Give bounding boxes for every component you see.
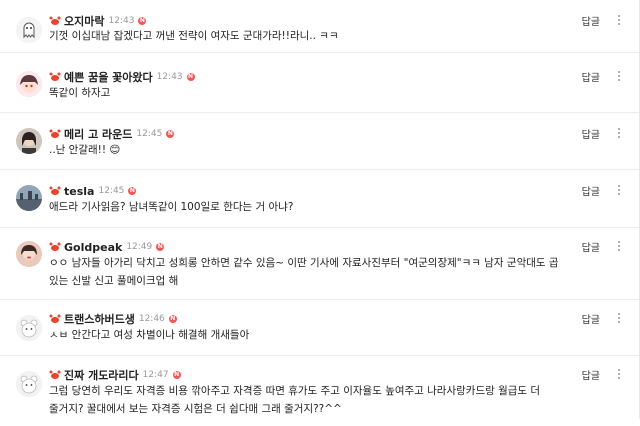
- more-options-icon[interactable]: [614, 69, 624, 83]
- more-options-icon[interactable]: [614, 367, 624, 381]
- comment-meta: 진짜 개도라리다 12:47 N: [49, 367, 181, 383]
- reply-button[interactable]: 답글: [582, 311, 600, 326]
- new-badge: N: [156, 243, 165, 251]
- comment-item: 메리 고 라운드 12:45 N ..난 안갈래!! 😊 답글: [0, 125, 640, 170]
- comment-author[interactable]: 메리 고 라운드: [64, 126, 132, 142]
- crab-icon: [49, 314, 61, 323]
- avatar[interactable]: [16, 371, 42, 397]
- comment-time: 12:47: [142, 370, 169, 380]
- comment-item: 진짜 개도라리다 12:47 N 그럼 당연히 우리도 자격증 비용 깎아주고 …: [0, 366, 640, 426]
- reply-button[interactable]: 답글: [582, 13, 600, 28]
- new-badge: N: [138, 17, 147, 25]
- new-badge: N: [168, 315, 177, 323]
- comment-text: 애드라 기사읽음? 남녀똑같이 100일로 한다는 거 아냐?: [49, 201, 294, 213]
- new-badge: N: [186, 73, 195, 81]
- comment-meta: 메리 고 라운드 12:45 N: [49, 126, 175, 142]
- comment-time: 12:45: [136, 129, 163, 139]
- comment-author[interactable]: tesla: [64, 185, 94, 198]
- comment-time: 12:43: [156, 72, 183, 82]
- comment-author[interactable]: 예쁜 꿈을 꽃아왔다: [64, 69, 153, 85]
- comment-time: 12:49: [126, 242, 153, 252]
- comment-item: Goldpeak 12:49 N ㅇㅇ 남자들 아가리 닥치고 성희롱 안하면 …: [0, 238, 640, 300]
- crab-icon: [49, 370, 61, 379]
- crab-icon: [49, 72, 61, 81]
- reply-button[interactable]: 답글: [582, 183, 600, 198]
- ghost-icon: [16, 17, 42, 43]
- new-badge: N: [166, 130, 175, 138]
- crab-icon: [49, 242, 61, 251]
- avatar[interactable]: [16, 71, 42, 97]
- comment-meta: 트랜스하버드생 12:46 N: [49, 311, 177, 327]
- comment-author[interactable]: Goldpeak: [64, 241, 122, 254]
- more-options-icon[interactable]: [614, 126, 624, 140]
- comment-meta: Goldpeak 12:49 N: [49, 239, 165, 255]
- reply-button[interactable]: 답글: [582, 69, 600, 84]
- comment-time: 12:46: [138, 314, 165, 324]
- more-options-icon[interactable]: [614, 239, 624, 253]
- avatar[interactable]: [16, 185, 42, 211]
- comment-time: 12:43: [108, 16, 135, 26]
- comment-item: 오지마락 12:43 N 기껏 이십대남 잡겠다고 꺼낸 전략이 여자도 군대가…: [0, 10, 640, 53]
- comment-time: 12:45: [98, 186, 125, 196]
- comment-author[interactable]: 진짜 개도라리다: [64, 367, 139, 383]
- avatar[interactable]: [16, 315, 42, 341]
- bear-avatar-icon: [16, 371, 42, 397]
- comment-item: 트랜스하버드생 12:46 N ㅅㅂ 안간다고 여성 차별이나 해결해 개새들아…: [0, 310, 640, 356]
- comment-text: 기껏 이십대남 잡겠다고 꺼낸 전략이 여자도 군대가라!!라니.. ㅋㅋ: [49, 30, 339, 42]
- comment-item: tesla 12:45 N 애드라 기사읽음? 남녀똑같이 100일로 한다는 …: [0, 182, 640, 228]
- comment-text: ㅇㅇ 남자들 아가리 닥치고 성희롱 안하면 같수 있음~ 이딴 기사에 자료사…: [49, 257, 559, 287]
- landscape-avatar-icon: [16, 185, 42, 211]
- avatar[interactable]: [16, 17, 42, 43]
- comment-item: 예쁜 꿈을 꽃아왔다 12:43 N 똑같이 하자고 답글: [0, 68, 640, 113]
- comment-meta: 예쁜 꿈을 꽃아왔다 12:43 N: [49, 69, 195, 85]
- comment-text: 똑같이 하자고: [49, 87, 111, 99]
- avatar[interactable]: [16, 128, 42, 154]
- comment-author[interactable]: 트랜스하버드생: [64, 311, 135, 327]
- more-options-icon[interactable]: [614, 311, 624, 325]
- bear-avatar-icon: [16, 315, 42, 341]
- woman-avatar-icon: [16, 241, 42, 267]
- avatar[interactable]: [16, 241, 42, 267]
- anime-girl-avatar-icon: [16, 71, 42, 97]
- comment-text: ㅅㅂ 안간다고 여성 차별이나 해결해 개새들아: [49, 329, 250, 341]
- more-options-icon[interactable]: [614, 183, 624, 197]
- comment-meta: tesla 12:45 N: [49, 183, 137, 199]
- comment-text: ..난 안갈래!! 😊: [49, 144, 121, 156]
- new-badge: N: [172, 371, 181, 379]
- crab-icon: [49, 186, 61, 195]
- photo-avatar-icon: [16, 128, 42, 154]
- reply-button[interactable]: 답글: [582, 239, 600, 254]
- crab-icon: [49, 129, 61, 138]
- new-badge: N: [128, 187, 137, 195]
- comment-text: 그럼 당연히 우리도 자격증 비용 깎아주고 자격증 따면 휴가도 주고 이자율…: [49, 385, 541, 415]
- reply-button[interactable]: 답글: [582, 126, 600, 141]
- reply-button[interactable]: 답글: [582, 367, 600, 382]
- more-options-icon[interactable]: [614, 13, 624, 27]
- crab-icon: [49, 16, 61, 25]
